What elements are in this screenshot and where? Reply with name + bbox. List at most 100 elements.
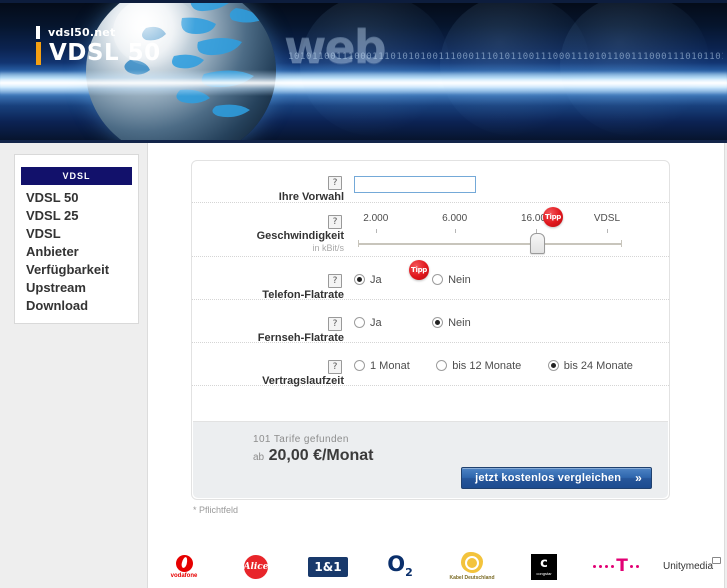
laufzeit-options-cell: 1 Monat bis 12 Monate bis 24 Monate	[354, 356, 669, 376]
unitymedia-icon: Unitymedia	[662, 557, 721, 572]
laufzeit-option-24-monate[interactable]: bis 24 Monate	[547, 359, 633, 372]
sidebar-header: VDSL	[21, 167, 132, 185]
chevron-right-icon: »	[635, 471, 642, 485]
help-icon[interactable]: ?	[328, 274, 342, 288]
tipp-badge-telefon[interactable]: Tipp	[409, 260, 429, 280]
sidebar-item-verfuegbarkeit[interactable]: Verfügbarkeit	[15, 261, 138, 279]
banner-top-rule	[0, 0, 727, 3]
web-wordmark: web	[284, 20, 387, 74]
speed-slider-track[interactable]	[358, 240, 622, 247]
tariff-comparison-form: ? Ihre Vorwahl ? Geschwindigkeit in kBit…	[191, 160, 670, 500]
radio-icon[interactable]	[432, 274, 444, 285]
telefon-options-cell: Ja Nein Tipp	[354, 260, 669, 290]
help-icon[interactable]: ?	[328, 317, 342, 331]
speed-label: Geschwindigkeit	[256, 230, 344, 242]
banner-light-sheen	[0, 70, 727, 96]
result-price: ab 20,00 €/Monat	[253, 447, 374, 465]
globe-ghost-3	[560, 0, 710, 136]
help-icon[interactable]: ?	[328, 215, 342, 229]
fernseh-options-cell: Ja Nein	[354, 313, 669, 333]
radio-icon[interactable]	[436, 360, 448, 371]
vorwahl-input[interactable]	[354, 175, 476, 193]
sidebar: VDSL VDSL 50 VDSL 25 VDSL Anbieter Verfü…	[14, 154, 139, 324]
form-row-geschwindigkeit: ? Geschwindigkeit in kBit/s 2.000 6.000 …	[192, 203, 669, 257]
result-price-amount: 20,00 €/Monat	[268, 447, 374, 464]
laufzeit-label-cell: ? Vertragslaufzeit	[192, 356, 354, 387]
sidebar-item-upstream[interactable]: Upstream	[15, 279, 138, 297]
logo-kabel-deutschland[interactable]: Kabel Deutschland	[439, 547, 505, 587]
radio-icon[interactable]	[354, 274, 365, 285]
vodafone-icon	[175, 554, 193, 572]
o2-icon: O2	[387, 552, 413, 580]
sidebar-nav-list: VDSL 50 VDSL 25 VDSL Anbieter Verfügbark…	[15, 189, 138, 315]
logo-1und1[interactable]: 1&1	[295, 547, 361, 587]
result-panel: 101 Tarife gefunden ab 20,00 €/Monat jet…	[193, 421, 668, 498]
sidebar-item-vdsl-50[interactable]: VDSL 50	[15, 189, 138, 207]
radio-icon[interactable]	[432, 317, 444, 328]
radio-icon[interactable]	[354, 360, 365, 371]
sidebar-item-vdsl-25[interactable]: VDSL 25	[15, 207, 138, 225]
logo-title: VDSL 50	[49, 40, 161, 66]
logo-tick-orange	[36, 42, 41, 65]
result-price-prefix: ab	[253, 452, 265, 463]
logo-vodafone-label: vodafone	[170, 572, 198, 579]
logo-kabel-deutschland-label: Kabel Deutschland	[449, 575, 495, 581]
main-content: ? Ihre Vorwahl ? Geschwindigkeit in kBit…	[147, 143, 725, 545]
laufzeit-option-1-monat[interactable]: 1 Monat	[354, 360, 410, 372]
speed-slider-handle[interactable]	[530, 233, 546, 254]
site-banner: web 101011001110001110101010011100011101…	[0, 0, 727, 143]
speed-tick-mark-1	[375, 229, 377, 233]
radio-icon[interactable]	[354, 317, 365, 328]
provider-logo-strip: vodafone Alice 1&1 O2 Kabel Deutschland …	[147, 545, 725, 588]
compare-button-label: jetzt kostenlos vergleichen	[475, 472, 622, 484]
laufzeit-option-1-monat-label: 1 Monat	[370, 359, 410, 372]
speed-tick-label-1: 2.000	[363, 213, 389, 224]
laufzeit-option-12-monate[interactable]: bis 12 Monate	[436, 360, 521, 372]
fernseh-option-ja[interactable]: Ja	[354, 317, 382, 329]
logo-vodafone[interactable]: vodafone	[151, 547, 217, 587]
fernseh-option-nein[interactable]: Nein	[432, 317, 471, 329]
vorwahl-label: Ihre Vorwahl	[278, 191, 344, 203]
speed-unit-label: in kBit/s	[312, 243, 344, 253]
fernseh-option-nein-label: Nein	[448, 316, 471, 329]
telekom-icon: T	[593, 558, 639, 575]
binary-strip: 1010110011100011101010100111000111010110…	[288, 52, 723, 62]
logo-telekom[interactable]: T	[583, 547, 649, 587]
speed-tick-mark-2	[454, 229, 456, 233]
speed-tick-mark-4	[606, 229, 608, 233]
sidebar-item-anbieter[interactable]: Anbieter	[15, 243, 138, 261]
logo-tick-white	[36, 26, 40, 39]
congstar-icon: c congstar	[531, 553, 557, 580]
sidebar-item-vdsl[interactable]: VDSL	[15, 225, 138, 243]
form-row-telefon-flatrate: ? Telefon-Flatrate Ja Nein Tipp	[192, 257, 669, 301]
help-icon[interactable]: ?	[328, 360, 342, 374]
fernseh-label-cell: ? Fernseh-Flatrate	[192, 313, 354, 344]
logo-alice[interactable]: Alice	[223, 547, 289, 587]
tipp-badge-speed[interactable]: Tipp	[543, 207, 563, 227]
logo-congstar[interactable]: c congstar	[511, 547, 577, 587]
telefon-option-nein[interactable]: Nein	[432, 274, 471, 286]
logo-domain: vdsl50.net	[48, 26, 116, 39]
laufzeit-option-24-monate-label: bis 24 Monate	[563, 359, 633, 372]
result-count: 101 Tarife gefunden	[253, 434, 349, 445]
telefon-label-cell: ? Telefon-Flatrate	[192, 270, 354, 301]
telefon-option-ja[interactable]: Ja	[354, 274, 382, 286]
logo-o2[interactable]: O2	[367, 547, 433, 587]
logo-unitymedia[interactable]: Unitymedia	[655, 547, 721, 587]
speed-field-cell: 2.000 6.000 16.000 VDSL Tipp	[354, 207, 669, 257]
sidebar-item-download[interactable]: Download	[15, 297, 138, 315]
radio-icon[interactable]	[547, 360, 559, 371]
compare-button[interactable]: jetzt kostenlos vergleichen »	[461, 467, 652, 489]
1und1-icon: 1&1	[308, 556, 348, 577]
telefon-option-nein-label: Nein	[448, 273, 471, 286]
speed-label-cell: ? Geschwindigkeit in kBit/s	[192, 211, 354, 253]
fernseh-option-ja-label: Ja	[370, 316, 382, 329]
vertragslaufzeit-label: Vertragslaufzeit	[262, 375, 344, 387]
speed-slider[interactable]: 2.000 6.000 16.000 VDSL	[354, 213, 626, 257]
form-row-fernseh-flatrate: ? Fernseh-Flatrate Ja Nein	[192, 300, 669, 344]
site-logo[interactable]: vdsl50.net VDSL 50	[36, 26, 161, 65]
help-icon[interactable]: ?	[328, 176, 342, 190]
telefon-option-ja-label: Ja	[370, 273, 382, 286]
speed-tick-label-2: 6.000	[442, 213, 468, 224]
required-field-note: * Pflichtfeld	[193, 505, 239, 515]
